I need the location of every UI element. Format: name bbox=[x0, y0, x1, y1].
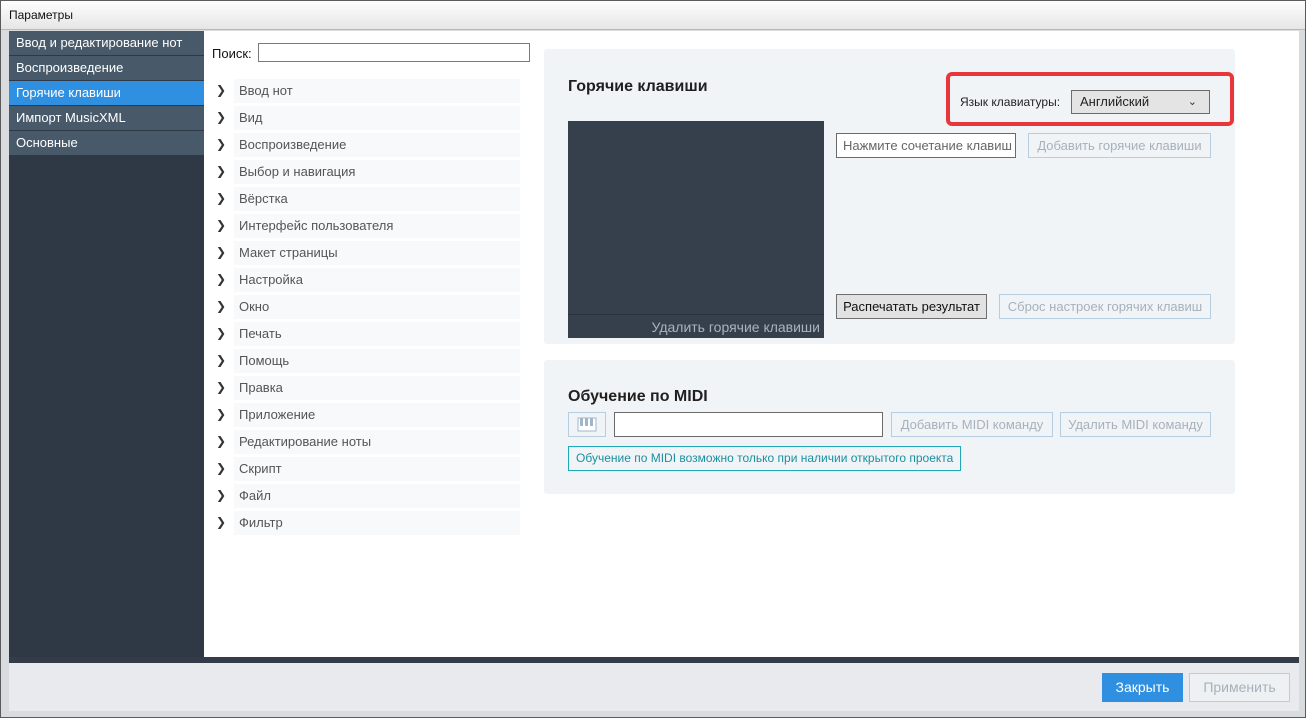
tree-row[interactable]: ❯ Настройка bbox=[212, 268, 522, 295]
hotkeys-panel: Горячие клавиши Язык клавиатуры: Английс… bbox=[544, 49, 1235, 344]
window-title: Параметры bbox=[9, 8, 73, 22]
midi-command-input[interactable] bbox=[614, 412, 883, 437]
tree-item-label[interactable]: Фильтр bbox=[234, 511, 520, 535]
search-label: Поиск: bbox=[212, 46, 252, 61]
tree-item-label[interactable]: Настройка bbox=[234, 268, 520, 292]
tree-row[interactable]: ❯ Окно bbox=[212, 295, 522, 322]
chevron-right-icon[interactable]: ❯ bbox=[216, 137, 228, 153]
title-bar[interactable]: Параметры bbox=[1, 1, 1305, 30]
tree-item-label[interactable]: Окно bbox=[234, 295, 520, 319]
footer: Закрыть Применить bbox=[9, 663, 1299, 711]
chevron-right-icon[interactable]: ❯ bbox=[216, 299, 228, 315]
chevron-right-icon[interactable]: ❯ bbox=[216, 110, 228, 126]
tree-item-label[interactable]: Ввод нот bbox=[234, 79, 520, 103]
sidebar-item-note-input[interactable]: Ввод и редактирование нот bbox=[9, 31, 204, 56]
tree-row[interactable]: ❯ Макет страницы bbox=[212, 241, 522, 268]
tree-item-label[interactable]: Вид bbox=[234, 106, 520, 130]
tree-item-label[interactable]: Скрипт bbox=[234, 457, 520, 481]
tree-item-label[interactable]: Воспроизведение bbox=[234, 133, 520, 157]
reset-hotkeys-button[interactable]: Сброс настроек горячих клавиш bbox=[999, 294, 1211, 319]
content-area: Поиск: ❯ Ввод нот ❯ Вид ❯ Воспроизведение ❯… bbox=[204, 31, 1299, 657]
tree-row[interactable]: ❯ Помощь bbox=[212, 349, 522, 376]
chevron-right-icon[interactable]: ❯ bbox=[216, 218, 228, 234]
tree-item-label[interactable]: Приложение bbox=[234, 403, 520, 427]
chevron-right-icon[interactable]: ❯ bbox=[216, 380, 228, 396]
delete-midi-command-button[interactable]: Удалить MIDI команду bbox=[1060, 412, 1211, 437]
tree-row[interactable]: ❯ Приложение bbox=[212, 403, 522, 430]
shortcut-input[interactable]: Нажмите сочетание клавиш bbox=[836, 133, 1016, 158]
highlight-box bbox=[946, 72, 1234, 126]
tree-row[interactable]: ❯ Вёрстка bbox=[212, 187, 522, 214]
midi-panel: Обучение по MIDI Добавить MIDI команду У… bbox=[544, 360, 1235, 494]
hotkeys-list[interactable]: Удалить горячие клавиши bbox=[568, 121, 824, 338]
sidebar-item-musicxml-import[interactable]: Импорт MusicXML bbox=[9, 106, 204, 131]
tree-item-label[interactable]: Вёрстка bbox=[234, 187, 520, 211]
tree-row[interactable]: ❯ Ввод нот bbox=[212, 79, 522, 106]
midi-title: Обучение по MIDI bbox=[568, 388, 708, 405]
tree-item-label[interactable]: Файл bbox=[234, 484, 520, 508]
tree-row[interactable]: ❯ Правка bbox=[212, 376, 522, 403]
tree-row[interactable]: ❯ Фильтр bbox=[212, 511, 522, 538]
sidebar-item-playback[interactable]: Воспроизведение bbox=[9, 56, 204, 81]
settings-window: Параметры Ввод и редактирование нот Восп… bbox=[0, 0, 1306, 718]
chevron-right-icon[interactable]: ❯ bbox=[216, 326, 228, 342]
sidebar: Ввод и редактирование нот Воспроизведени… bbox=[9, 31, 204, 657]
tree-item-label[interactable]: Редактирование ноты bbox=[234, 430, 520, 454]
tree-item-label[interactable]: Интерфейс пользователя bbox=[234, 214, 520, 238]
chevron-right-icon[interactable]: ❯ bbox=[216, 245, 228, 261]
sidebar-item-general[interactable]: Основные bbox=[9, 131, 204, 156]
add-midi-command-button[interactable]: Добавить MIDI команду bbox=[891, 412, 1053, 437]
tree-item-label[interactable]: Макет страницы bbox=[234, 241, 520, 265]
chevron-right-icon[interactable]: ❯ bbox=[216, 515, 228, 531]
add-hotkeys-button[interactable]: Добавить горячие клавиши bbox=[1028, 133, 1211, 158]
tree-row[interactable]: ❯ Файл bbox=[212, 484, 522, 511]
tree-row[interactable]: ❯ Воспроизведение bbox=[212, 133, 522, 160]
hotkeys-title: Горячие клавиши bbox=[568, 78, 708, 95]
tree-item-label[interactable]: Выбор и навигация bbox=[234, 160, 520, 184]
close-button[interactable]: Закрыть bbox=[1102, 673, 1183, 702]
piano-button[interactable] bbox=[568, 412, 606, 437]
tree-row[interactable]: ❯ Вид bbox=[212, 106, 522, 133]
tree-row[interactable]: ❯ Выбор и навигация bbox=[212, 160, 522, 187]
midi-note: Обучение по MIDI возможно только при нал… bbox=[568, 446, 962, 471]
tree-item-label[interactable]: Печать bbox=[234, 322, 520, 346]
chevron-right-icon[interactable]: ❯ bbox=[216, 488, 228, 504]
apply-button[interactable]: Применить bbox=[1189, 673, 1290, 702]
tree-item-label[interactable]: Правка bbox=[234, 376, 520, 400]
tree-row[interactable]: ❯ Печать bbox=[212, 322, 522, 349]
chevron-right-icon[interactable]: ❯ bbox=[216, 407, 228, 423]
tree-row[interactable]: ❯ Интерфейс пользователя bbox=[212, 214, 522, 241]
tree-row[interactable]: ❯ Редактирование ноты bbox=[212, 430, 522, 457]
piano-icon bbox=[577, 417, 597, 432]
chevron-right-icon[interactable]: ❯ bbox=[216, 164, 228, 180]
print-result-button[interactable]: Распечатать результат bbox=[836, 294, 987, 319]
chevron-right-icon[interactable]: ❯ bbox=[216, 461, 228, 477]
search-input[interactable] bbox=[258, 43, 530, 62]
chevron-right-icon[interactable]: ❯ bbox=[216, 434, 228, 450]
tree-item-label[interactable]: Помощь bbox=[234, 349, 520, 373]
delete-hotkeys-button[interactable]: Удалить горячие клавиши bbox=[568, 314, 824, 338]
sidebar-item-hotkeys[interactable]: Горячие клавиши bbox=[9, 81, 204, 106]
chevron-right-icon[interactable]: ❯ bbox=[216, 353, 228, 369]
command-tree: ❯ Ввод нот ❯ Вид ❯ Воспроизведение ❯ Выбор и… bbox=[212, 79, 522, 538]
chevron-right-icon[interactable]: ❯ bbox=[216, 83, 228, 99]
tree-row[interactable]: ❯ Скрипт bbox=[212, 457, 522, 484]
chevron-right-icon[interactable]: ❯ bbox=[216, 191, 228, 207]
chevron-right-icon[interactable]: ❯ bbox=[216, 272, 228, 288]
